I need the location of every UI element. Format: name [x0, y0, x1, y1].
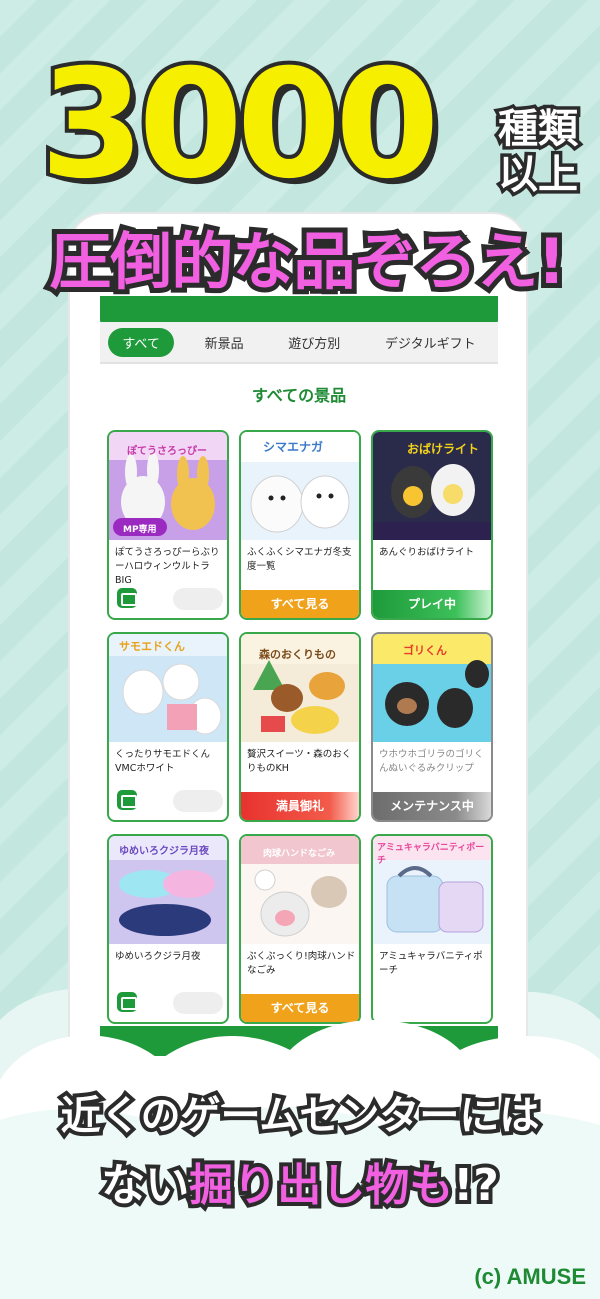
- prize-name: ウホウホゴリラのゴリくんぬいぐるみクリップ: [379, 749, 484, 774]
- headline-kind-line2: 以上: [495, 149, 582, 202]
- bottom-line2-suffix: !?: [449, 1156, 503, 1215]
- sold-out-button[interactable]: 満員御礼: [241, 792, 359, 820]
- thumb-title: おばけライト: [407, 442, 480, 456]
- see-all-button[interactable]: すべて見る: [241, 590, 359, 618]
- headline-subtitle: 圧倒的な品ぞろえ!: [44, 220, 570, 303]
- thumb-title: 肉球ハンドなごみ: [263, 849, 336, 859]
- machine-icon: [117, 790, 137, 810]
- prize-grid: ぽてうさろっぴー MP専用 ぽてうさろっぴーらぶりーハロウィンウルトラBIG シ…: [107, 430, 493, 1024]
- headline-digit: 0: [233, 38, 345, 212]
- prize-name: ゆめいろクジラ月夜: [115, 951, 201, 962]
- prize-card[interactable]: ゆめいろクジラ月夜 ゆめいろクジラ月夜: [107, 834, 229, 1024]
- prize-card[interactable]: シマエナガ ふくふくシマエナガ冬支度一覧 すべて見る: [239, 430, 361, 620]
- machine-icon: [117, 992, 137, 1012]
- machine-icon: [117, 588, 137, 608]
- playing-button[interactable]: プレイ中: [373, 590, 491, 618]
- prize-name: あんぐりおばけライト: [379, 547, 475, 558]
- prize-name: 贅沢スイーツ・森のおくりものKH: [247, 749, 352, 774]
- tab-play-style[interactable]: 遊び方別: [274, 328, 354, 357]
- headline-number: 3 0 0 0: [36, 38, 444, 212]
- prize-name: ぽてうさろっぴーらぶりーハロウィンウルトラBIG: [115, 547, 220, 586]
- prize-name: くったりサモエドくんVMCホワイト: [115, 749, 211, 774]
- thumb-title: 森のおくりもの: [259, 648, 336, 661]
- prize-card[interactable]: おばけライト あんぐりおばけライト プレイ中: [371, 430, 493, 620]
- thumb-title: ゆめいろクジラ月夜: [119, 846, 209, 857]
- headline-digit: 0: [331, 38, 443, 212]
- thumb-title: サモエドくん: [119, 640, 185, 653]
- maintenance-button[interactable]: メンテナンス中: [373, 792, 491, 820]
- prize-name: ぷくぷっくり!肉球ハンドなごみ: [247, 951, 356, 976]
- prize-name: ふくふくシマエナガ冬支度一覧: [247, 547, 352, 572]
- bottom-line2-prefix: ない: [97, 1156, 193, 1215]
- headline-kind: 種類 以上: [492, 103, 584, 202]
- bottom-line2-highlight: 掘り出し物も: [185, 1156, 457, 1215]
- tab-digital-gift[interactable]: デジタルギフト: [371, 328, 490, 357]
- mp-badge: MP専用: [123, 525, 157, 535]
- thumb-title: アミュキャラバニティポーチ: [377, 843, 485, 866]
- prize-card[interactable]: アミュキャラバニティポーチ アミュキャラバニティポーチ: [371, 834, 493, 1024]
- tab-all[interactable]: すべて: [108, 327, 174, 357]
- prize-card[interactable]: サモエドくん くったりサモエドくんVMCホワイト: [107, 632, 229, 822]
- section-title: すべての景品: [251, 386, 347, 405]
- copyright: (c) AMUSE: [474, 1264, 586, 1289]
- prize-card[interactable]: 肉球ハンドなごみ ぷくぷっくり!肉球ハンドなごみ すべて見る: [239, 834, 361, 1024]
- foreground-cloud: [0, 1020, 600, 1299]
- status-pill: [173, 588, 223, 610]
- headline-digit: 3: [36, 38, 148, 212]
- headline-kind-line1: 種類: [495, 103, 582, 156]
- tab-bar: すべて 新景品 遊び方別 デジタルギフト: [100, 322, 498, 364]
- bottom-message-line1: 近くのゲームセンターには: [57, 1089, 544, 1143]
- status-pill: [173, 790, 223, 812]
- prize-card[interactable]: ぽてうさろっぴー MP専用 ぽてうさろっぴーらぶりーハロウィンウルトラBIG: [107, 430, 229, 620]
- thumb-title: ゴリくん: [403, 644, 447, 657]
- thumb-title: ぽてうさろっぴー: [127, 446, 207, 457]
- prize-card[interactable]: 森のおくりもの 贅沢スイーツ・森のおくりものKH 満員御礼: [239, 632, 361, 822]
- bottom-message-line2: ない掘り出し物も!?: [0, 1156, 600, 1216]
- prize-card[interactable]: ゴリくん ウホウホゴリラのゴリくんぬいぐるみクリップ メンテナンス中: [371, 632, 493, 822]
- tab-new-prizes[interactable]: 新景品: [191, 328, 258, 357]
- thumb-title: シマエナガ: [263, 440, 324, 454]
- headline-digit: 0: [134, 38, 246, 212]
- prize-name: アミュキャラバニティポーチ: [379, 951, 483, 976]
